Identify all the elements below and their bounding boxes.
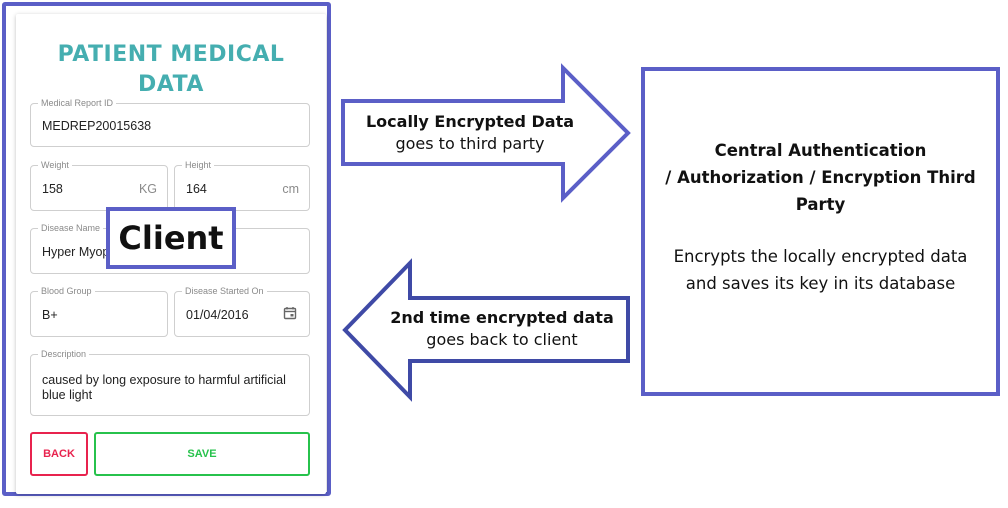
back-arrow-text: 2nd time encrypted data goes back to cli… xyxy=(380,307,624,351)
third-party-desc-line1: Encrypts the locally encrypted data xyxy=(673,247,968,266)
third-party-title: Central Authentication / Authorization /… xyxy=(645,137,996,218)
third-party-title-line2: / Authorization / Encryption Third xyxy=(665,168,976,187)
third-party-description: Encrypts the locally encrypted data and … xyxy=(645,243,996,297)
third-party-desc-line2: and saves its key in its database xyxy=(685,274,956,293)
third-party-title-line1: Central Authentication xyxy=(714,141,927,160)
third-party-box: Central Authentication / Authorization /… xyxy=(641,67,1000,396)
back-arrow-normal: goes back to client xyxy=(426,330,578,349)
third-party-title-line3: Party xyxy=(795,195,846,214)
back-arrow-bold: 2nd time encrypted data xyxy=(390,308,614,327)
